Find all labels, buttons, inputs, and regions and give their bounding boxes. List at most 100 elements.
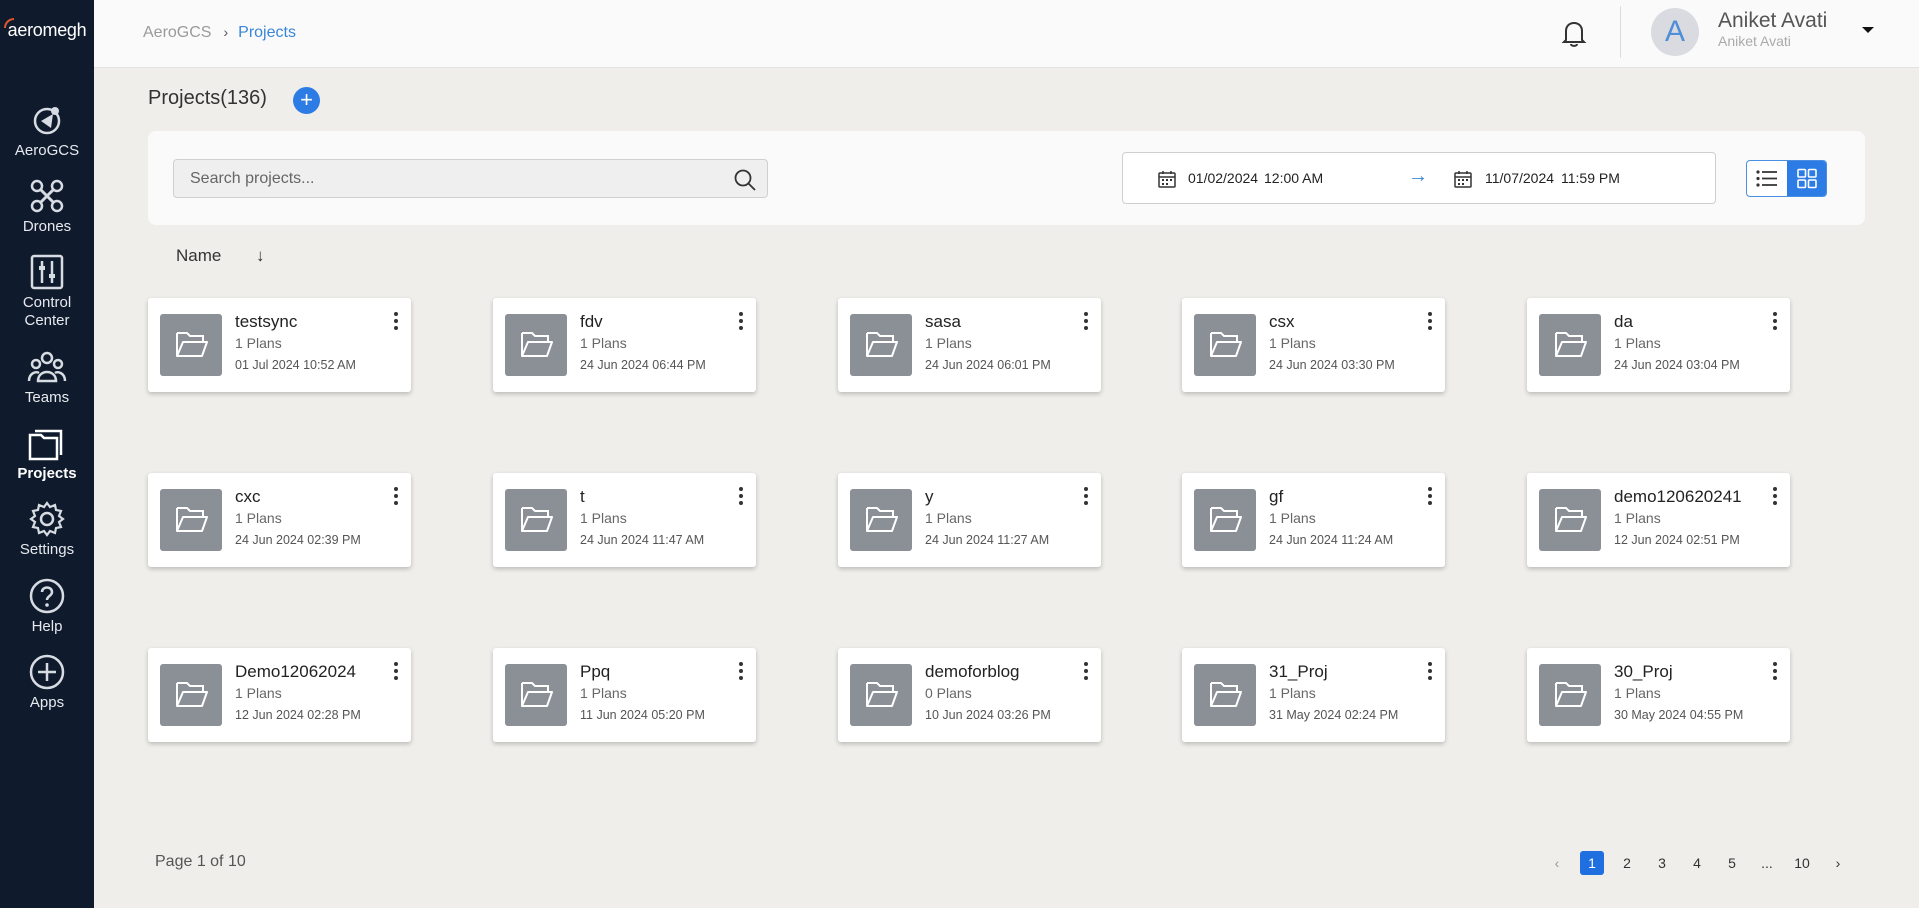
- project-date: 31 May 2024 02:24 PM: [1269, 708, 1399, 722]
- sidebar-item-control-center[interactable]: Control Center: [0, 252, 94, 330]
- more-options-icon[interactable]: [736, 487, 746, 509]
- more-options-icon[interactable]: [1081, 662, 1091, 684]
- folder-open-icon: [176, 332, 208, 357]
- sidebar-item-help[interactable]: Help: [0, 576, 94, 636]
- project-date: 01 Jul 2024 10:52 AM: [235, 358, 356, 372]
- date-range-picker[interactable]: 01/02/2024 12:00 AM → 11/07/2024 11:59 P…: [1122, 152, 1716, 204]
- more-options-icon[interactable]: [391, 312, 401, 334]
- folder-open-icon: [1210, 682, 1242, 707]
- page-1-button[interactable]: 1: [1580, 851, 1604, 875]
- sidebar-item-teams[interactable]: Teams: [0, 347, 94, 407]
- project-card[interactable]: gf 1 Plans 24 Jun 2024 11:24 AM: [1182, 473, 1445, 567]
- more-options-icon[interactable]: [1425, 312, 1435, 334]
- page-4-button[interactable]: 4: [1685, 851, 1709, 875]
- project-name: csx: [1269, 312, 1295, 331]
- avatar[interactable]: A: [1651, 8, 1699, 56]
- more-options-icon[interactable]: [1081, 487, 1091, 509]
- start-date[interactable]: 01/02/2024: [1188, 170, 1258, 186]
- project-card[interactable]: cxc 1 Plans 24 Jun 2024 02:39 PM: [148, 473, 411, 567]
- project-plans: 1 Plans: [1269, 685, 1316, 701]
- more-options-icon[interactable]: [391, 662, 401, 684]
- project-card[interactable]: t 1 Plans 24 Jun 2024 11:47 AM: [493, 473, 756, 567]
- teams-icon: [27, 351, 67, 383]
- more-options-icon[interactable]: [736, 662, 746, 684]
- project-plans: 1 Plans: [1614, 335, 1661, 351]
- folder-open-icon: [176, 682, 208, 707]
- sort-direction-icon[interactable]: ↓: [256, 246, 265, 266]
- project-date: 24 Jun 2024 06:01 PM: [925, 358, 1051, 372]
- folder-open-icon: [176, 507, 208, 532]
- project-card[interactable]: Ppq 1 Plans 11 Jun 2024 05:20 PM: [493, 648, 756, 742]
- grid-view-button[interactable]: [1787, 161, 1826, 196]
- folder-thumbnail: [505, 664, 567, 726]
- project-card[interactable]: 31_Proj 1 Plans 31 May 2024 02:24 PM: [1182, 648, 1445, 742]
- page-10-button[interactable]: 10: [1790, 851, 1814, 875]
- page-2-button[interactable]: 2: [1615, 851, 1639, 875]
- project-card[interactable]: sasa 1 Plans 24 Jun 2024 06:01 PM: [838, 298, 1101, 392]
- folder-thumbnail: [160, 664, 222, 726]
- project-card[interactable]: Demo12062024 1 Plans 12 Jun 2024 02:28 PM: [148, 648, 411, 742]
- add-project-button[interactable]: +: [293, 87, 320, 114]
- breadcrumb-root[interactable]: AeroGCS: [143, 24, 211, 41]
- project-card[interactable]: fdv 1 Plans 24 Jun 2024 06:44 PM: [493, 298, 756, 392]
- folder-thumbnail: [1194, 664, 1256, 726]
- more-options-icon[interactable]: [1770, 487, 1780, 509]
- more-options-icon[interactable]: [391, 487, 401, 509]
- project-plans: 1 Plans: [235, 335, 282, 351]
- project-card[interactable]: csx 1 Plans 24 Jun 2024 03:30 PM: [1182, 298, 1445, 392]
- project-plans: 0 Plans: [925, 685, 972, 701]
- more-options-icon[interactable]: [736, 312, 746, 334]
- page-3-button[interactable]: 3: [1650, 851, 1674, 875]
- folder-thumbnail: [1194, 489, 1256, 551]
- breadcrumb: AeroGCS › Projects: [143, 24, 296, 42]
- sidebar-item-settings[interactable]: Settings: [0, 499, 94, 559]
- search-icon[interactable]: [733, 168, 757, 192]
- page-5-button[interactable]: 5: [1720, 851, 1744, 875]
- sort-by-name[interactable]: Name: [176, 246, 221, 266]
- more-options-icon[interactable]: [1770, 662, 1780, 684]
- sidebar: aeromegh AeroGCS Drones Control Center T…: [0, 0, 94, 908]
- sidebar-item-label: Apps: [29, 694, 65, 711]
- project-card[interactable]: demo120620241 1 Plans 12 Jun 2024 02:51 PM: [1527, 473, 1790, 567]
- folder-thumbnail: [160, 314, 222, 376]
- project-card[interactable]: y 1 Plans 24 Jun 2024 11:27 AM: [838, 473, 1101, 567]
- project-card[interactable]: testsync 1 Plans 01 Jul 2024 10:52 AM: [148, 298, 411, 392]
- project-card[interactable]: 30_Proj 1 Plans 30 May 2024 04:55 PM: [1527, 648, 1790, 742]
- folder-thumbnail: [1539, 314, 1601, 376]
- folder-thumbnail: [850, 489, 912, 551]
- list-view-button[interactable]: [1747, 161, 1787, 196]
- prev-page-button[interactable]: ‹: [1547, 851, 1567, 875]
- more-options-icon[interactable]: [1425, 487, 1435, 509]
- project-card[interactable]: demoforblog 0 Plans 10 Jun 2024 03:26 PM: [838, 648, 1101, 742]
- project-date: 24 Jun 2024 11:24 AM: [1269, 533, 1394, 547]
- notification-bell-icon[interactable]: [1557, 16, 1591, 50]
- folder-thumbnail: [1539, 489, 1601, 551]
- sidebar-item-label: AeroGCS: [14, 142, 80, 159]
- project-card[interactable]: da 1 Plans 24 Jun 2024 03:04 PM: [1527, 298, 1790, 392]
- topbar-divider: [1620, 6, 1621, 58]
- aeromegh-logo[interactable]: aeromegh: [0, 18, 94, 44]
- project-name: cxc: [235, 487, 261, 506]
- grid-icon: [1797, 168, 1817, 189]
- search-input[interactable]: [190, 168, 710, 190]
- chevron-down-icon[interactable]: [1860, 22, 1876, 38]
- end-time[interactable]: 11:59 PM: [1561, 170, 1620, 186]
- project-name: da: [1614, 312, 1633, 331]
- project-plans: 1 Plans: [925, 510, 972, 526]
- more-options-icon[interactable]: [1081, 312, 1091, 334]
- sidebar-item-drones[interactable]: Drones: [0, 176, 94, 236]
- folder-open-icon: [1555, 332, 1587, 357]
- page-ellipsis-button[interactable]: ...: [1755, 851, 1779, 875]
- project-name: gf: [1269, 487, 1284, 506]
- sidebar-item-projects[interactable]: Projects: [0, 423, 94, 483]
- next-page-button[interactable]: ›: [1828, 851, 1848, 875]
- sidebar-item-aerogcs[interactable]: AeroGCS: [0, 100, 94, 160]
- sidebar-item-label: Teams: [24, 389, 70, 406]
- end-date[interactable]: 11/07/2024: [1485, 170, 1554, 186]
- more-options-icon[interactable]: [1425, 662, 1435, 684]
- page-title: Projects(136): [148, 87, 267, 109]
- sidebar-item-apps[interactable]: Apps: [0, 652, 94, 712]
- more-options-icon[interactable]: [1770, 312, 1780, 334]
- start-time[interactable]: 12:00 AM: [1264, 170, 1323, 186]
- folder-open-icon: [866, 682, 898, 707]
